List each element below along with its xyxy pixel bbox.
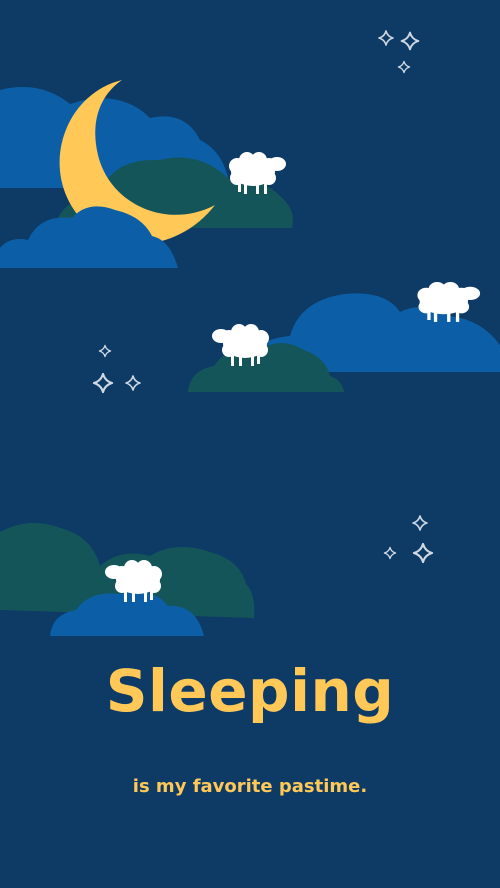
poster-canvas: Sleeping is my favorite pastime. [0,0,500,888]
sparkle-star-icon [125,375,141,391]
sparkle-star-icon [92,372,114,394]
sparkle-star-icon [397,60,411,74]
sparkle-star-icon [378,30,394,46]
sparkle-star-icon [98,344,112,358]
sparkle-star-icon [383,546,397,560]
night-sky-illustration [0,30,500,636]
sparkle-star-icon [412,542,434,564]
sparkle-star-icon [400,31,420,51]
sparkle-star-icon [412,515,428,531]
poster-subtitle: is my favorite pastime. [132,776,368,797]
poster-title: Sleeping [105,657,395,725]
